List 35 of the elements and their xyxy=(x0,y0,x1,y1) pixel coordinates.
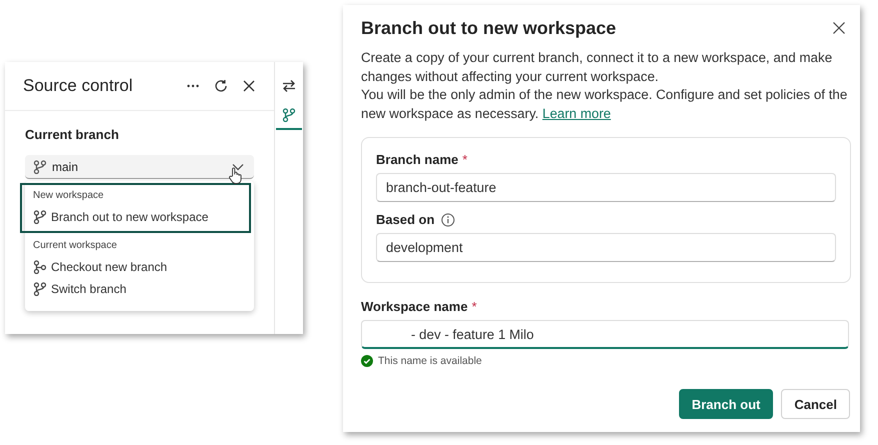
close-icon[interactable] xyxy=(242,79,256,93)
field-label: Branch name xyxy=(376,152,458,168)
cancel-button[interactable]: Cancel xyxy=(781,389,850,420)
description-text: Create a copy of your current branch, connect it to a new workspace, and make changes without affecting your current workspace. xyxy=(361,49,834,86)
branch-icon xyxy=(33,210,47,224)
close-icon[interactable] xyxy=(832,21,846,35)
field-label: Based on xyxy=(376,212,435,228)
branch-icon xyxy=(282,108,296,122)
menu-heading: Current workspace xyxy=(32,239,118,253)
required-mark: * xyxy=(462,152,468,168)
branch-icon xyxy=(33,160,47,174)
refresh-icon[interactable] xyxy=(214,79,228,93)
panel-title: Source control xyxy=(23,76,133,96)
swap-arrows-icon xyxy=(282,79,296,93)
description-text: You will be the only admin of the new workspace. Configure and set policies of the new workspace as necessary. Learn more xyxy=(361,86,848,123)
dialog-title: Branch out to new workspace xyxy=(361,18,616,38)
section-label: Current branch xyxy=(25,127,120,142)
input-field[interactable]: development xyxy=(376,233,836,262)
required-mark: * xyxy=(472,299,477,314)
menu-item[interactable]: Branch out to new workspace xyxy=(27,207,250,229)
menu-item[interactable]: Checkout new branch xyxy=(27,257,250,279)
menu-heading: New workspace xyxy=(32,189,105,203)
dropdown-value: main xyxy=(52,160,80,174)
field-label: Workspace name xyxy=(361,299,468,314)
input-field[interactable]: - dev - feature 1 Milo xyxy=(361,320,849,350)
branch-icon xyxy=(33,260,47,274)
learn-more-link[interactable]: Learn more xyxy=(542,106,611,121)
check-circle-icon xyxy=(361,355,373,368)
validation-message: This name is available xyxy=(378,355,482,368)
menu-item[interactable]: Switch branch xyxy=(27,279,250,301)
branch-icon xyxy=(33,282,47,296)
input-field[interactable]: branch-out-feature xyxy=(376,173,836,202)
primary-button[interactable]: Branch out xyxy=(678,389,774,420)
info-icon xyxy=(440,212,455,227)
chevron-down-icon xyxy=(232,162,244,170)
